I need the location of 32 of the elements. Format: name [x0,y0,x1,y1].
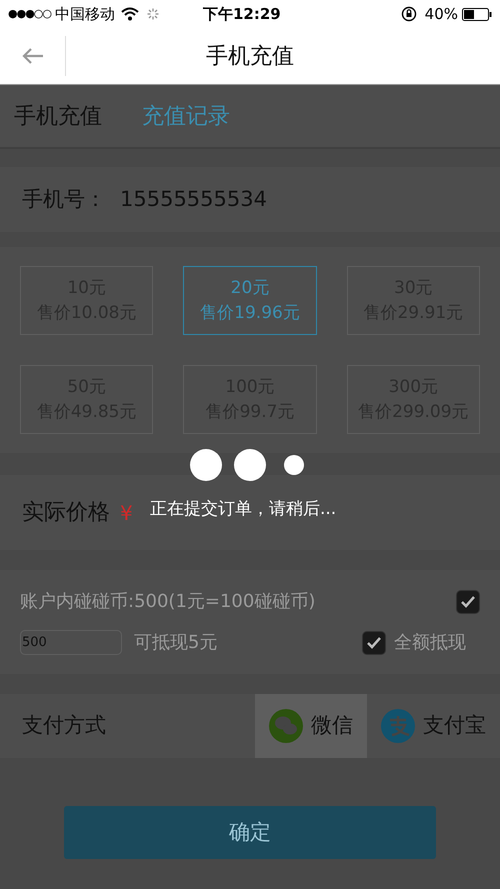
phone-label: 手机号： [22,186,106,213]
back-arrow-icon [20,47,44,65]
rotation-lock-icon [400,6,417,22]
loading-dots-icon [190,448,304,482]
price-value: ¥ [120,500,133,526]
coin-balance-text: 账户内碰碰币:500(1元=100碰碰币) [20,590,316,614]
signal-strength: ●●●○○ [8,6,51,22]
confirm-button[interactable]: 确定 [64,806,436,859]
battery-percent: 40% [424,4,458,25]
chat-bubbles-icon [269,709,303,743]
pay-logo-icon [381,709,415,743]
wifi-icon [121,7,139,21]
spinner-icon [147,8,159,20]
price-label: 实际价格 [22,499,110,527]
carrier-name: 中国移动 [55,4,115,25]
battery-icon [462,8,492,20]
checkbox[interactable] [456,590,480,614]
coin-amount-field[interactable]: 500 [20,630,122,655]
full-deduct-label: 全额抵现 [394,631,466,655]
tab[interactable]: 手机充值 [14,100,102,132]
payment-label: 支付方式 [22,712,106,740]
phone-number: 15555555534 [120,186,267,213]
checkmark-icon [366,636,382,650]
deduct-text: 可抵现5元 [134,631,218,655]
payment-option[interactable]: 微信 [255,694,367,758]
tab[interactable]: 充值记录 [142,100,230,132]
amount-option[interactable]: 20元 售价19.96元 [183,266,317,335]
clock-time: 下午12:29 [203,4,281,25]
loading-message: 正在提交订单，请稍后... [150,498,336,521]
checkbox[interactable] [362,630,386,654]
page-title: 手机充值 [206,42,294,70]
checkmark-icon [460,594,476,608]
